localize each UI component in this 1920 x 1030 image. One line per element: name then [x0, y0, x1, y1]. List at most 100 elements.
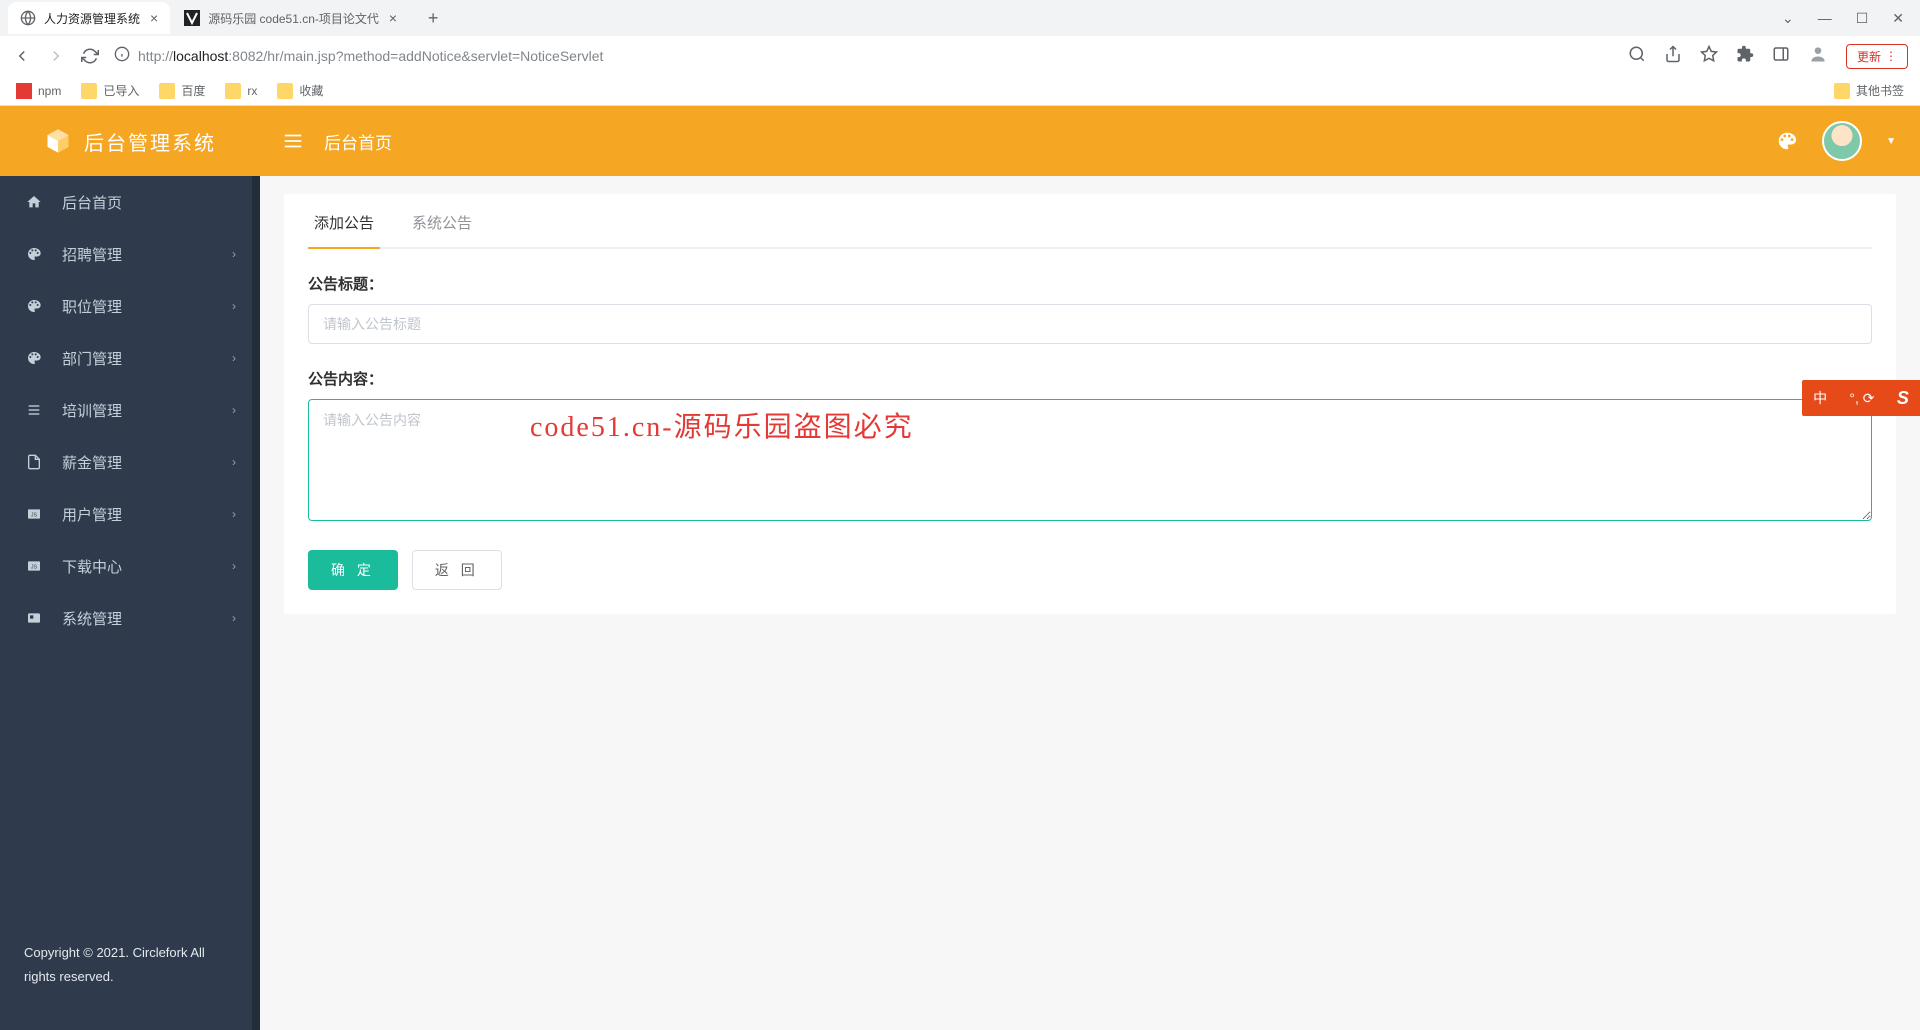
- chevron-right-icon: ›: [232, 351, 236, 365]
- file-icon: [24, 454, 44, 470]
- form-card: 添加公告 系统公告 公告标题： 公告内容： 确 定 返 回: [284, 194, 1896, 614]
- logo-text: 后台管理系统: [84, 127, 216, 156]
- globe-icon: [20, 10, 36, 26]
- js-icon: JS: [24, 506, 44, 522]
- browser-tab-title: 源码乐园 code51.cn-项目论文代: [208, 10, 379, 27]
- sidebar-item-label: 培训管理: [62, 400, 122, 421]
- bookmark-favorites[interactable]: 收藏: [277, 82, 323, 99]
- body-textarea[interactable]: [308, 399, 1872, 521]
- logo-area[interactable]: 后台管理系统: [0, 127, 260, 156]
- folder-icon: [277, 83, 293, 99]
- profile-icon[interactable]: [1808, 44, 1828, 69]
- site-favicon-icon: [184, 10, 200, 26]
- sidebar-item-label: 系统管理: [62, 608, 122, 629]
- chevron-right-icon: ›: [232, 507, 236, 521]
- sidebar-item-label: 用户管理: [62, 504, 122, 525]
- sidebar-item-label: 薪金管理: [62, 452, 122, 473]
- sidebar-item-label: 后台首页: [62, 192, 122, 213]
- ime-punct: °, ⟳: [1849, 390, 1874, 407]
- sidebar-item-3[interactable]: 部门管理›: [0, 332, 260, 384]
- sidebar-footer: Copyright © 2021. Circlefork All rights …: [0, 919, 260, 1030]
- chevron-right-icon: ›: [232, 299, 236, 313]
- browser-tab-bar: 人力资源管理系统 × 源码乐园 code51.cn-项目论文代 × + ⌄ — …: [0, 0, 1920, 36]
- title-label: 公告标题：: [308, 273, 1872, 294]
- menu-toggle-button[interactable]: [282, 130, 304, 152]
- address-bar: http://localhost:8082/hr/main.jsp?method…: [0, 36, 1920, 76]
- ime-widget[interactable]: 中 °, ⟳ S: [1802, 380, 1920, 416]
- new-tab-button[interactable]: +: [419, 8, 447, 29]
- cube-icon: [44, 127, 72, 155]
- home-icon: [24, 194, 44, 210]
- close-icon[interactable]: ×: [150, 10, 158, 26]
- url-input[interactable]: http://localhost:8082/hr/main.jsp?method…: [114, 42, 1614, 70]
- avatar[interactable]: [1822, 121, 1862, 161]
- back-button[interactable]: 返 回: [412, 550, 502, 590]
- sidebar-item-1[interactable]: 招聘管理 ›: [0, 228, 260, 280]
- chevron-right-icon: ›: [232, 455, 236, 469]
- minimize-icon[interactable]: —: [1818, 10, 1832, 27]
- sogou-icon: S: [1897, 388, 1909, 409]
- extensions-icon[interactable]: [1736, 45, 1754, 68]
- browser-tab[interactable]: 源码乐园 code51.cn-项目论文代 ×: [172, 2, 409, 34]
- sidebar-item-2[interactable]: 职位管理›: [0, 280, 260, 332]
- list-icon: [24, 402, 44, 418]
- app-root: 后台管理系统 后台首页 ▼ 后台首页招聘管理›职位管理›部门管理›培训管理›薪金…: [0, 106, 1920, 1030]
- bookmark-rx[interactable]: rx: [225, 83, 257, 99]
- body-label: 公告内容：: [308, 368, 1872, 389]
- npm-icon: [16, 83, 32, 99]
- title-input[interactable]: [308, 304, 1872, 344]
- chevron-right-icon: ›: [232, 559, 236, 573]
- sidebar-item-8[interactable]: 系统管理 ›: [0, 592, 260, 644]
- palette-icon: [24, 298, 44, 314]
- chevron-down-icon[interactable]: ▼: [1886, 136, 1896, 147]
- side-panel-icon[interactable]: [1772, 45, 1790, 68]
- confirm-button[interactable]: 确 定: [308, 550, 398, 590]
- js-icon: JS: [24, 558, 44, 574]
- notice-form: 公告标题： 公告内容： 确 定 返 回: [308, 249, 1872, 590]
- content-area: 添加公告 系统公告 公告标题： 公告内容： 确 定 返 回: [260, 176, 1920, 1030]
- app-header: 后台管理系统 后台首页 ▼: [0, 106, 1920, 176]
- bookmarks-bar: npm 已导入 百度 rx 收藏 其他书签: [0, 76, 1920, 106]
- browser-chrome: 人力资源管理系统 × 源码乐园 code51.cn-项目论文代 × + ⌄ — …: [0, 0, 1920, 106]
- sidebar-item-label: 招聘管理: [62, 244, 122, 265]
- card-icon: [24, 610, 44, 626]
- folder-icon: [1834, 83, 1850, 99]
- browser-tab-title: 人力资源管理系统: [44, 10, 140, 27]
- folder-icon: [225, 83, 241, 99]
- tab-system-notice[interactable]: 系统公告: [406, 194, 478, 247]
- chevron-right-icon: ›: [232, 403, 236, 417]
- bookmark-imported[interactable]: 已导入: [81, 82, 139, 99]
- back-button[interactable]: [12, 46, 32, 66]
- maximize-icon[interactable]: ☐: [1856, 10, 1869, 27]
- sidebar-item-6[interactable]: JS 用户管理 ›: [0, 488, 260, 540]
- star-icon[interactable]: [1700, 45, 1718, 68]
- sidebar: 后台首页招聘管理›职位管理›部门管理›培训管理›薪金管理›JS用户管理›JS下载…: [0, 176, 260, 1030]
- share-icon[interactable]: [1664, 45, 1682, 68]
- chevron-down-icon[interactable]: ⌄: [1782, 10, 1794, 27]
- ime-lang: 中: [1813, 388, 1827, 408]
- sidebar-item-7[interactable]: JS下载中心›: [0, 540, 260, 592]
- other-bookmarks[interactable]: 其他书签: [1834, 82, 1904, 99]
- reload-button[interactable]: [80, 46, 100, 66]
- chevron-right-icon: ›: [232, 247, 236, 261]
- zoom-icon[interactable]: [1628, 45, 1646, 68]
- chevron-right-icon: ›: [232, 611, 236, 625]
- tab-add-notice[interactable]: 添加公告: [308, 194, 380, 247]
- palette-icon: [24, 350, 44, 366]
- tabs: 添加公告 系统公告: [308, 194, 1872, 249]
- close-icon[interactable]: ×: [389, 10, 397, 26]
- browser-tab-active[interactable]: 人力资源管理系统 ×: [8, 2, 170, 34]
- sidebar-item-0[interactable]: 后台首页: [0, 176, 260, 228]
- sidebar-item-4[interactable]: 培训管理 ›: [0, 384, 260, 436]
- close-window-icon[interactable]: ✕: [1892, 10, 1904, 27]
- window-controls: ⌄ — ☐ ✕: [1782, 10, 1912, 27]
- sidebar-item-5[interactable]: 薪金管理 ›: [0, 436, 260, 488]
- theme-icon[interactable]: [1776, 130, 1798, 152]
- svg-text:JS: JS: [31, 513, 38, 519]
- update-button[interactable]: 更新⋮: [1846, 44, 1908, 69]
- bookmark-npm[interactable]: npm: [16, 83, 61, 99]
- bookmark-baidu[interactable]: 百度: [159, 82, 205, 99]
- info-icon[interactable]: [114, 46, 130, 67]
- palette-icon: [24, 246, 44, 262]
- forward-button: [46, 46, 66, 66]
